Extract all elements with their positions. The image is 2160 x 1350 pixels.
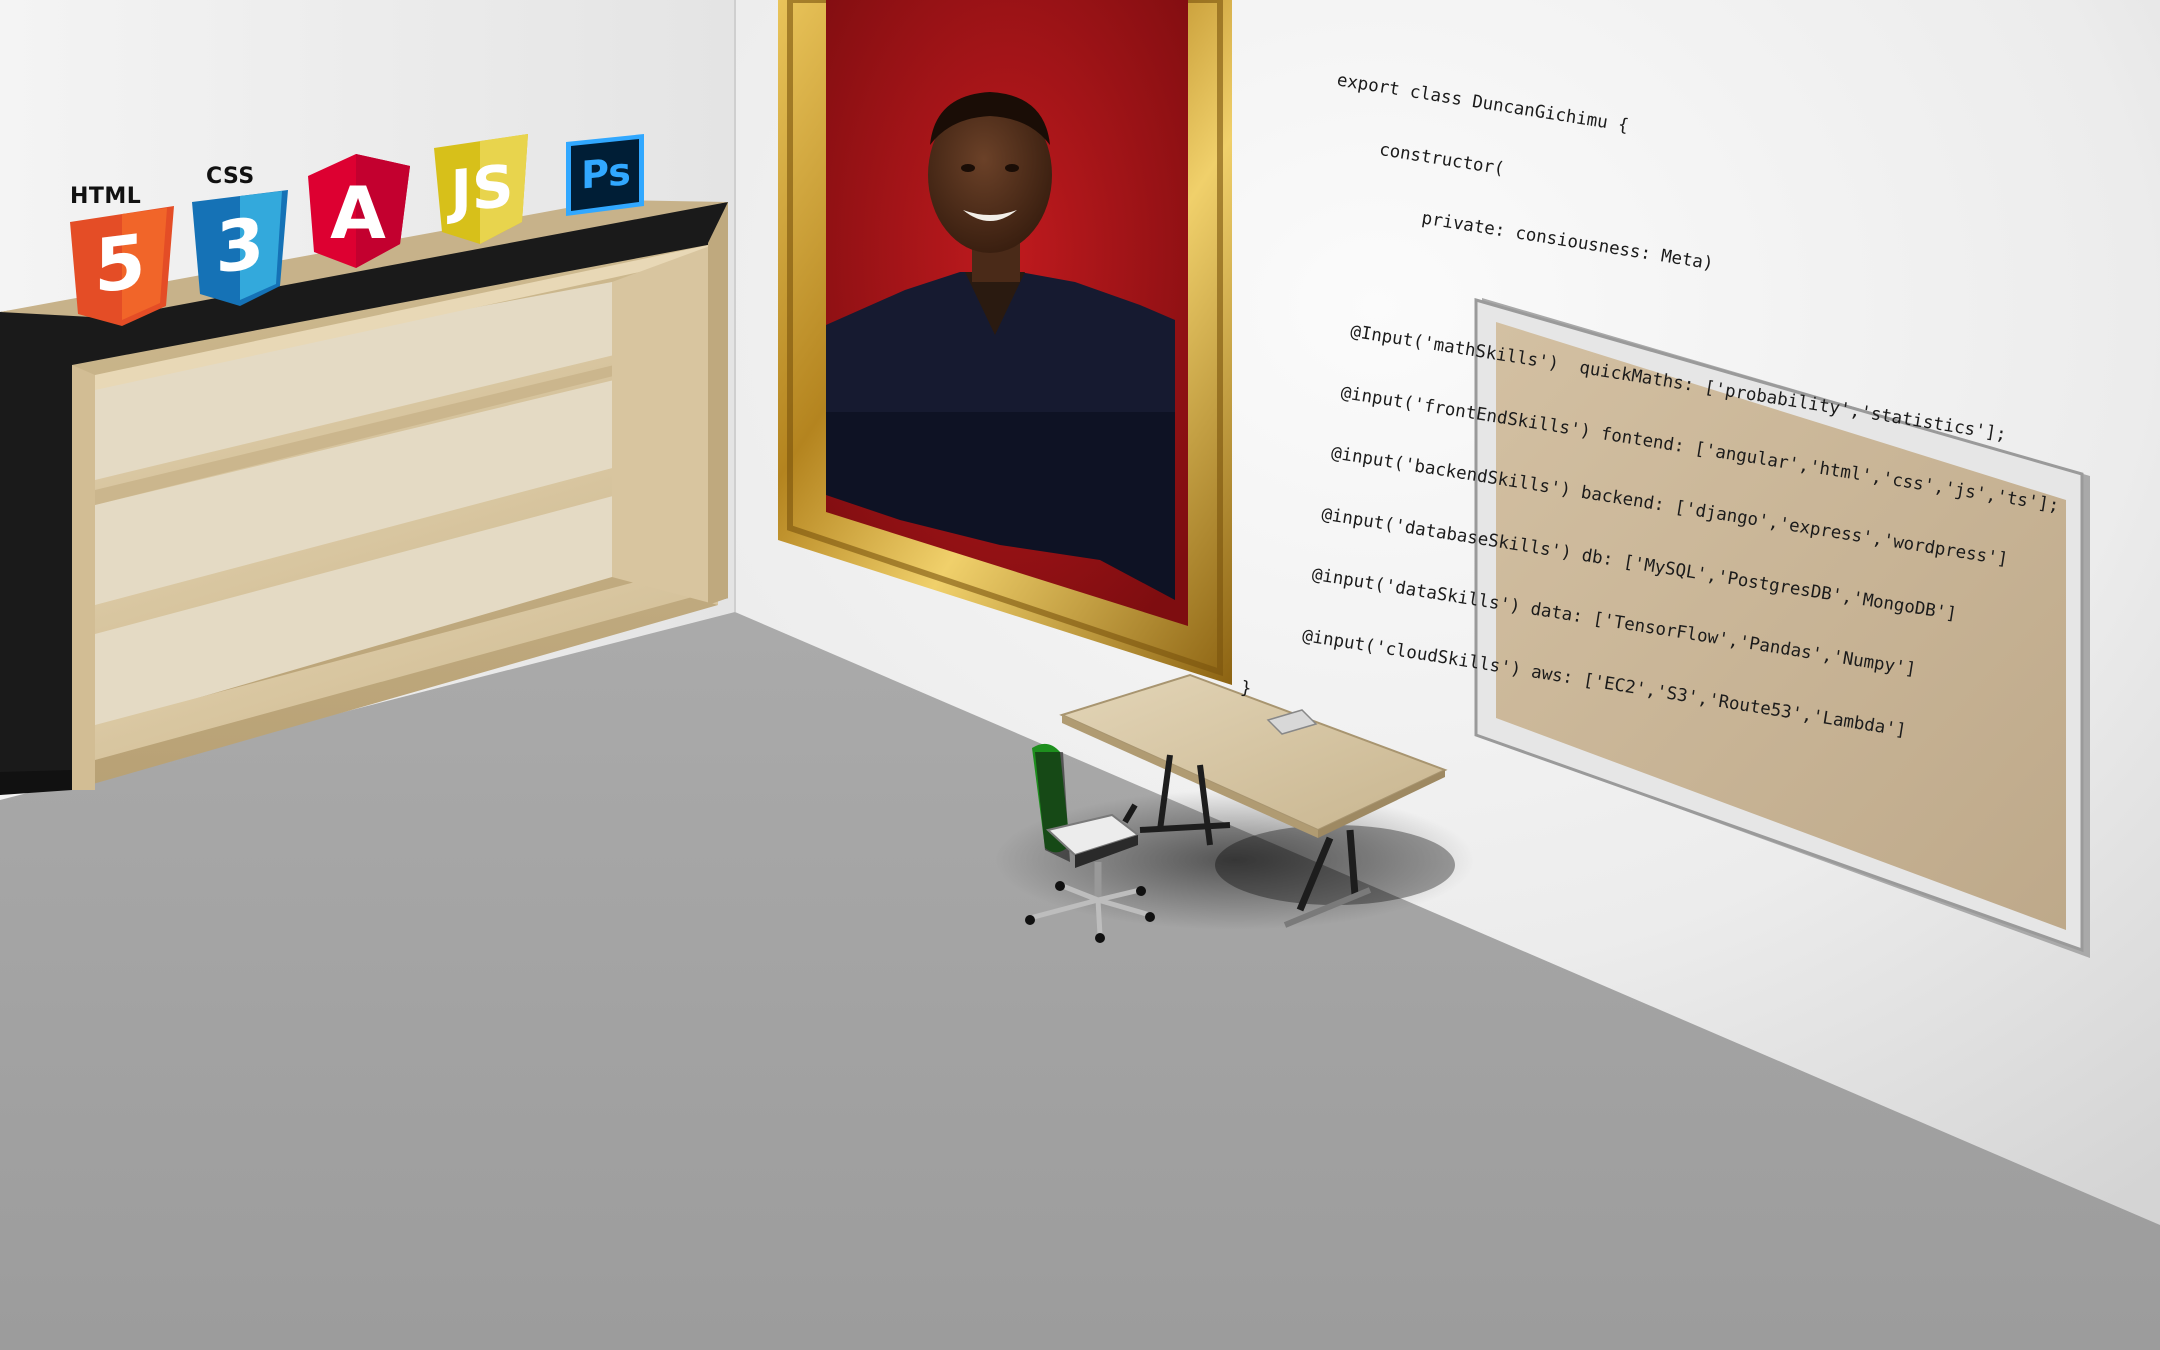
javascript-glyph: JS (446, 152, 513, 227)
photoshop-icon: Ps (564, 132, 646, 218)
css3-icon: CSS 3 (188, 158, 292, 308)
css3-glyph: 3 (216, 202, 265, 290)
angular-icon: A (306, 152, 412, 270)
photoshop-glyph: Ps (581, 149, 631, 197)
room-scene: HTML 5 CSS 3 A JS Ps export class Duncan… (0, 0, 2160, 1350)
javascript-shield: JS (434, 134, 528, 244)
html5-shield: 5 (70, 206, 174, 326)
angular-glyph: A (330, 171, 386, 255)
css3-shield: 3 (192, 190, 288, 306)
html5-glyph: 5 (94, 217, 145, 310)
photoshop-tile: Ps (566, 134, 644, 216)
angular-shield: A (308, 154, 410, 268)
javascript-icon: JS (432, 132, 530, 246)
wall-code: export class DuncanGichimu { constructor… (1233, 30, 2160, 876)
html5-icon: HTML 5 (66, 168, 178, 328)
